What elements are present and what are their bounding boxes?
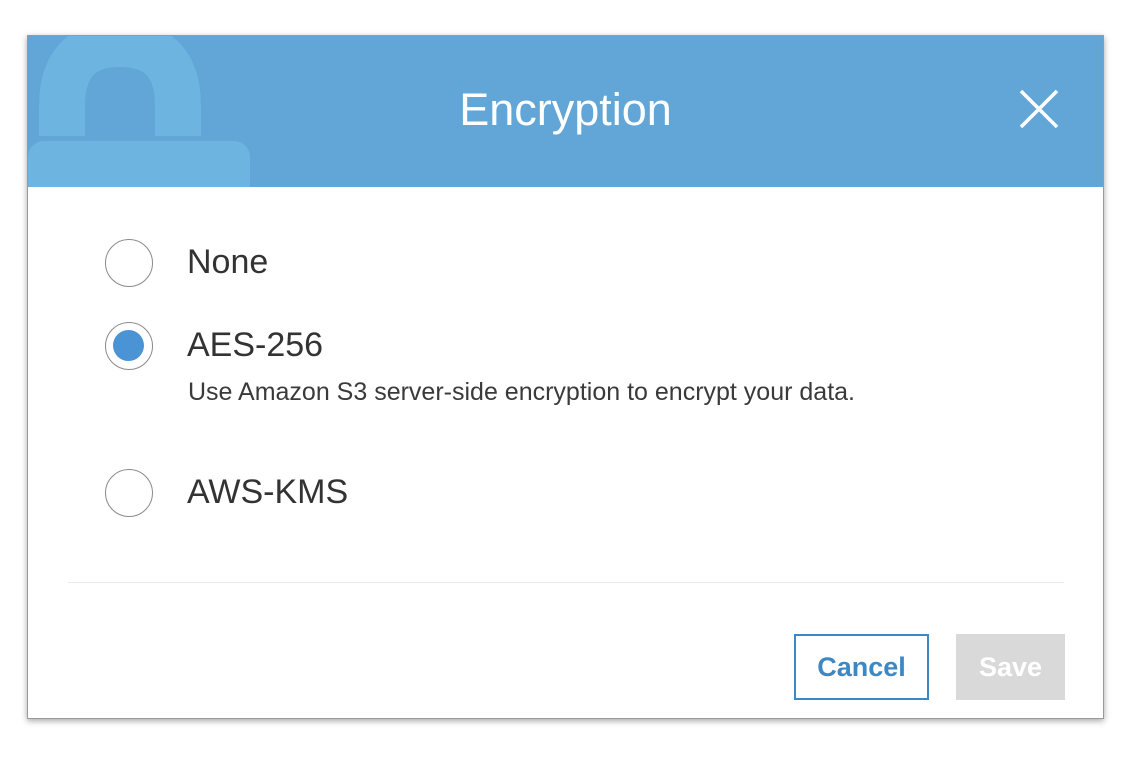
save-button[interactable]: Save (956, 634, 1065, 700)
encryption-dialog: Encryption None AES-256 Use Amazon S3 se… (27, 35, 1104, 719)
radio-none[interactable] (105, 239, 153, 287)
dialog-title: Encryption (459, 84, 672, 135)
footer-divider (68, 582, 1064, 583)
radio-aws-kms[interactable] (105, 469, 153, 517)
dialog-header: Encryption (28, 36, 1103, 187)
radio-aes-256[interactable] (105, 322, 153, 370)
option-aes-256-description: Use Amazon S3 server-side encryption to … (188, 378, 855, 406)
close-icon[interactable] (1016, 86, 1062, 132)
cancel-button[interactable]: Cancel (794, 634, 929, 700)
option-aws-kms[interactable]: AWS-KMS (105, 468, 1005, 520)
option-none-label: None (187, 243, 269, 281)
option-aes-256[interactable]: AES-256 (105, 321, 1005, 373)
option-none[interactable]: None (105, 238, 1005, 290)
option-aes-256-label: AES-256 (187, 326, 324, 364)
option-aws-kms-label: AWS-KMS (187, 473, 349, 511)
